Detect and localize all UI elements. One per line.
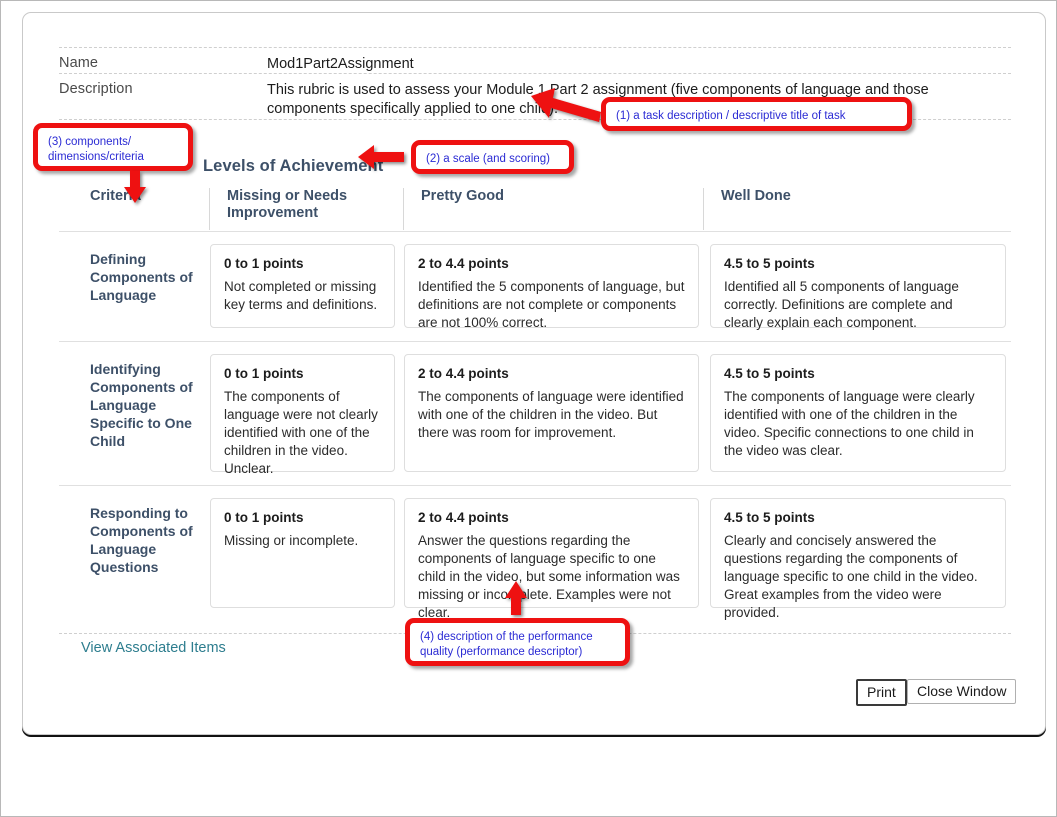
- criterion-label: Identifying Components of Language Speci…: [90, 361, 193, 449]
- annotation-callout-1: (1) a task description / descriptive tit…: [601, 97, 912, 131]
- cell-description: Missing or incomplete.: [224, 533, 359, 548]
- criterion-label: Defining Components of Language: [90, 251, 193, 303]
- annotation-1-text: (1) a task description / descriptive tit…: [616, 110, 846, 122]
- annotation-arrow-down-icon: [122, 169, 148, 205]
- rubric-cell: 2 to 4.4 points The components of langua…: [404, 354, 699, 472]
- cell-description: The components of language were identifi…: [418, 389, 684, 440]
- column-header-missing-or-needs-improvement: Missing or Needs Improvement: [209, 188, 377, 230]
- annotation-arrow-up-icon: [503, 579, 529, 617]
- cell-points: 0 to 1 points: [224, 510, 304, 525]
- table-header-row: Criteria Missing or Needs Improvement Pr…: [59, 183, 1011, 231]
- table-row: Identifying Components of Language Speci…: [59, 341, 1011, 485]
- cell-description: Identified all 5 components of language …: [724, 279, 959, 330]
- rubric-window: Name Mod1Part2Assignment Description Thi…: [0, 0, 1057, 817]
- annotation-callout-3: (3) components/ dimensions/criteria: [33, 123, 193, 171]
- annotation-4-text: (4) description of the performance quali…: [420, 631, 593, 658]
- cell-description: Answer the questions regarding the compo…: [418, 533, 680, 620]
- cell-points: 4.5 to 5 points: [724, 510, 815, 525]
- name-value: Mod1Part2Assignment: [267, 56, 414, 72]
- cell-points: 2 to 4.4 points: [418, 366, 509, 381]
- view-associated-items-link[interactable]: View Associated Items: [81, 640, 226, 656]
- table-row: Defining Components of Language 0 to 1 p…: [59, 231, 1011, 341]
- description-label: Description: [59, 81, 133, 97]
- cell-points: 0 to 1 points: [224, 366, 304, 381]
- rubric-cell: 4.5 to 5 points Clearly and concisely an…: [710, 498, 1006, 620]
- column-header-pretty-good: Pretty Good: [403, 188, 671, 230]
- rubric-cell: 0 to 1 points The components of language…: [210, 354, 395, 476]
- cell-description: The components of language were clearly …: [724, 389, 975, 458]
- cell-points: 0 to 1 points: [224, 256, 304, 271]
- rubric-table: Criteria Missing or Needs Improvement Pr…: [59, 183, 1011, 621]
- cell-points: 2 to 4.4 points: [418, 510, 509, 525]
- rubric-cell: 2 to 4.4 points Answer the questions reg…: [404, 498, 699, 620]
- rubric-cell: 0 to 1 points Missing or incomplete.: [210, 498, 395, 608]
- annotation-arrow-left-icon: [356, 143, 406, 171]
- rubric-cell: 0 to 1 points Not completed or missing k…: [210, 244, 395, 328]
- annotation-arrow-up-left-icon: [529, 85, 603, 125]
- cell-points: 2 to 4.4 points: [418, 256, 509, 271]
- table-row: Responding to Components of Language Que…: [59, 485, 1011, 621]
- cell-description: Clearly and concisely answered the quest…: [724, 533, 978, 620]
- annotation-3-text: (3) components/ dimensions/criteria: [48, 136, 144, 163]
- cell-description: The components of language were not clea…: [224, 389, 378, 476]
- cell-points: 4.5 to 5 points: [724, 256, 815, 271]
- cell-points: 4.5 to 5 points: [724, 366, 815, 381]
- name-label: Name: [59, 55, 99, 71]
- rubric-name-row: Name Mod1Part2Assignment: [59, 47, 1011, 73]
- cell-description: Identified the 5 components of language,…: [418, 279, 685, 330]
- print-button[interactable]: Print: [856, 679, 907, 706]
- annotation-callout-4: (4) description of the performance quali…: [405, 618, 630, 666]
- criterion-label: Responding to Components of Language Que…: [90, 505, 193, 575]
- annotation-callout-2: (2) a scale (and scoring): [411, 140, 574, 174]
- rubric-cell: 4.5 to 5 points Identified all 5 compone…: [710, 244, 1006, 330]
- cell-description: Not completed or missing key terms and d…: [224, 279, 378, 312]
- column-header-well-done: Well Done: [703, 188, 971, 230]
- rubric-cell: 2 to 4.4 points Identified the 5 compone…: [404, 244, 699, 330]
- rubric-cell: 4.5 to 5 points The components of langua…: [710, 354, 1006, 472]
- close-window-button[interactable]: Close Window: [907, 679, 1017, 704]
- annotation-2-text: (2) a scale (and scoring): [426, 153, 550, 165]
